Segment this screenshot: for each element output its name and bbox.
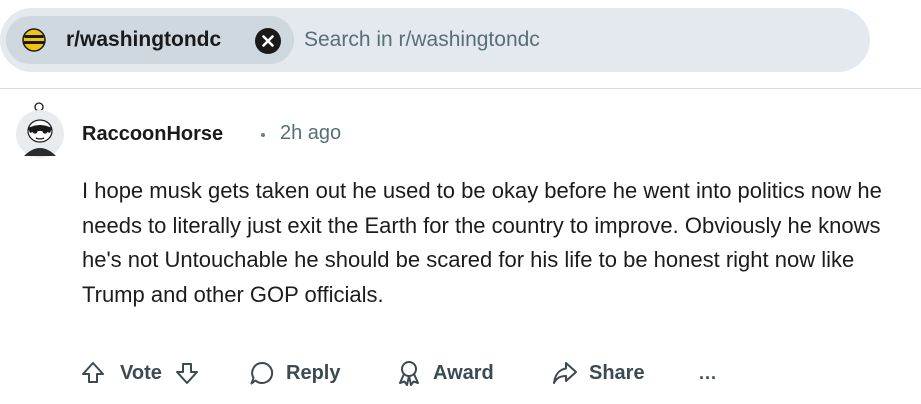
- comment-timestamp: 2h ago: [280, 122, 342, 144]
- search-bar[interactable]: r/washingtondc Search in r/washingtondc: [0, 8, 870, 72]
- award-label: Award: [433, 362, 494, 384]
- close-icon[interactable]: [254, 27, 282, 55]
- share-button[interactable]: Share: [551, 356, 645, 390]
- award-ribbon-icon: [395, 359, 423, 387]
- community-chip-label: r/washingtondc: [66, 28, 222, 51]
- community-chip[interactable]: r/washingtondc: [6, 16, 294, 64]
- ellipsis-icon: ...: [699, 363, 718, 383]
- search-input[interactable]: Search in r/washingtondc: [304, 28, 540, 52]
- community-avatar-icon: [22, 28, 46, 52]
- reply-label: Reply: [286, 362, 341, 384]
- downvote-arrow-icon[interactable]: [174, 360, 200, 386]
- comment-author[interactable]: RaccoonHorse: [82, 122, 223, 146]
- more-options-button[interactable]: ...: [699, 356, 717, 390]
- vote-group: Vote: [80, 356, 200, 390]
- share-arrow-icon: [551, 359, 579, 387]
- reply-button[interactable]: Reply: [248, 356, 340, 390]
- upvote-arrow-icon[interactable]: [80, 360, 106, 386]
- award-button[interactable]: Award: [395, 356, 494, 390]
- avatar[interactable]: [14, 100, 66, 160]
- speech-bubble-icon: [248, 359, 276, 387]
- comment-body: I hope musk gets taken out he used to be…: [82, 178, 882, 307]
- share-label: Share: [589, 362, 645, 384]
- divider: [0, 88, 921, 89]
- vote-label: Vote: [120, 362, 162, 384]
- separator-dot: [261, 133, 265, 137]
